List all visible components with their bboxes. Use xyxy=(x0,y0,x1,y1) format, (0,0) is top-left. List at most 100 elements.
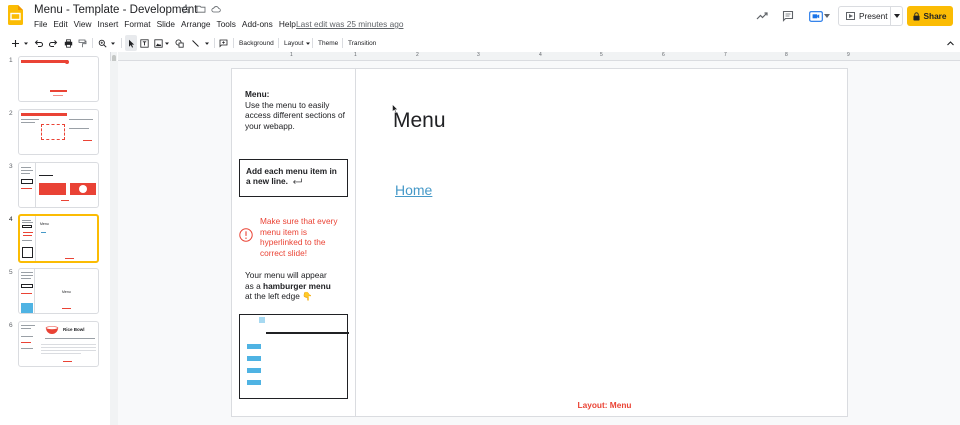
meet-button[interactable] xyxy=(808,8,832,24)
collapse-toolbar-button[interactable] xyxy=(946,35,955,51)
slide-thumbnail-5[interactable]: Menu xyxy=(18,268,99,314)
zoom-icon xyxy=(98,39,107,48)
menu-view[interactable]: View xyxy=(71,19,95,29)
menu-insert[interactable]: Insert xyxy=(95,19,122,29)
chevron-down-icon xyxy=(893,14,900,18)
menu-tools[interactable]: Tools xyxy=(214,19,239,29)
ruler-mark: 4 xyxy=(539,52,542,58)
panel-text[interactable]: Menu: Use the menu to easily access diff… xyxy=(245,89,345,131)
redo-button[interactable] xyxy=(49,35,58,51)
toolbar-divider xyxy=(312,38,313,48)
hyperlink-warning[interactable]: Make sure that every menu item is hyperl… xyxy=(260,216,345,258)
paint-format-button[interactable] xyxy=(78,35,87,51)
warning-icon xyxy=(239,228,253,242)
present-button[interactable]: Present xyxy=(838,6,903,26)
slide-filmstrip: 1 2 3 4 Menu 5 Menu 6 Rice Bowl xyxy=(0,52,110,425)
print-button[interactable] xyxy=(64,35,73,51)
move-folder-icon[interactable] xyxy=(196,4,206,14)
chevron-down-icon xyxy=(24,42,28,45)
new-slide-button[interactable] xyxy=(11,35,20,51)
slide-thumbnail-2[interactable] xyxy=(18,109,99,155)
horizontal-ruler[interactable]: 1 1 2 3 4 5 6 7 8 9 xyxy=(118,52,960,61)
bowl-icon xyxy=(45,326,59,334)
share-button[interactable]: Share xyxy=(907,6,953,26)
share-label: Share xyxy=(923,11,947,21)
chevron-down-icon xyxy=(205,42,209,45)
ruler-mark: 1 xyxy=(354,52,357,58)
layout-label[interactable]: Layout: Menu xyxy=(232,400,960,410)
preview-menu-item xyxy=(247,380,261,385)
theme-button[interactable]: Theme xyxy=(318,35,338,51)
menu-item-instruction-box[interactable]: Add each menu item in a new line. xyxy=(239,159,348,197)
slides-logo-icon[interactable] xyxy=(8,5,23,25)
present-options-button[interactable] xyxy=(890,7,902,25)
preview-menu-item xyxy=(247,368,261,373)
background-button[interactable]: Background xyxy=(239,35,274,51)
slide-number: 6 xyxy=(9,322,13,329)
text-box-button[interactable] xyxy=(140,35,149,51)
plus-icon xyxy=(12,39,19,47)
shape-button[interactable] xyxy=(175,35,184,51)
line-tool-button[interactable] xyxy=(191,35,210,51)
last-edit-link[interactable]: Last edit was 25 minutes ago xyxy=(296,19,403,29)
hamburger-icon xyxy=(259,317,265,323)
hamburger-menu-preview[interactable] xyxy=(239,314,349,399)
slide-number: 5 xyxy=(9,269,13,276)
instruction-panel[interactable]: Menu: Use the menu to easily access diff… xyxy=(232,69,356,416)
insert-image-button[interactable] xyxy=(154,35,170,51)
slide-title[interactable]: Menu xyxy=(393,109,446,133)
slide-number: 1 xyxy=(9,57,13,64)
new-slide-options-button[interactable] xyxy=(23,35,29,51)
slide-number: 4 xyxy=(9,216,13,223)
chevron-down-icon xyxy=(111,42,115,45)
hamburger-note[interactable]: Your menu will appear as a hamburger men… xyxy=(245,270,350,302)
hamburger-line2-prefix: as a xyxy=(245,280,263,291)
toolbar-divider xyxy=(92,38,93,48)
paint-roller-icon xyxy=(78,39,87,47)
lock-icon xyxy=(913,11,921,20)
preview-topbar xyxy=(266,332,349,334)
slide-thumbnail-3[interactable] xyxy=(18,162,99,208)
return-arrow-icon xyxy=(293,178,303,184)
comments-icon[interactable] xyxy=(782,10,794,22)
cloud-saved-icon[interactable] xyxy=(211,4,221,14)
hamburger-line3: at the left edge 👇 xyxy=(245,291,313,301)
menu-arrange[interactable]: Arrange xyxy=(178,19,214,29)
present-screen-icon xyxy=(846,12,855,20)
toolbar-divider xyxy=(214,38,215,48)
slide-thumbnail-6[interactable]: Rice Bowl xyxy=(18,321,99,367)
toolbar: Background Layout Theme Transition xyxy=(0,35,960,51)
image-icon xyxy=(154,38,163,48)
menu-format[interactable]: Format xyxy=(121,19,153,29)
layout-label: Layout xyxy=(284,39,304,47)
menu-addons[interactable]: Add-ons xyxy=(239,19,276,29)
ruler-mark: 8 xyxy=(785,52,788,58)
slide-canvas[interactable]: Menu: Use the menu to easily access diff… xyxy=(231,68,848,417)
insert-comment-button[interactable] xyxy=(219,35,228,51)
star-icon[interactable] xyxy=(181,4,191,14)
select-tool-button[interactable] xyxy=(125,35,137,51)
redo-icon xyxy=(49,39,58,47)
menu-file[interactable]: File xyxy=(34,19,50,29)
preview-menu-item xyxy=(247,344,261,349)
line-icon xyxy=(192,39,199,47)
box-text-line1: Add each menu item in xyxy=(246,166,337,176)
slide-thumbnail-4[interactable]: Menu xyxy=(18,214,99,263)
document-title[interactable]: Menu - Template - Development xyxy=(34,4,197,16)
transition-button[interactable]: Transition xyxy=(348,35,376,51)
zoom-button[interactable] xyxy=(98,35,116,51)
menu-slide[interactable]: Slide xyxy=(154,19,178,29)
home-link[interactable]: Home xyxy=(395,182,432,198)
toolbar-divider xyxy=(278,38,279,48)
ruler-mark: 6 xyxy=(662,52,665,58)
menu-edit[interactable]: Edit xyxy=(50,19,70,29)
undo-button[interactable] xyxy=(34,35,43,51)
activity-trend-icon[interactable] xyxy=(756,10,768,22)
text-box-icon xyxy=(140,38,149,48)
toolbar-divider xyxy=(342,38,343,48)
slide-thumbnail-1[interactable] xyxy=(18,56,99,102)
ruler-mark: 7 xyxy=(724,52,727,58)
vertical-ruler[interactable] xyxy=(110,61,118,425)
layout-button[interactable]: Layout xyxy=(284,35,311,51)
thumb-title: Menu xyxy=(40,222,49,226)
